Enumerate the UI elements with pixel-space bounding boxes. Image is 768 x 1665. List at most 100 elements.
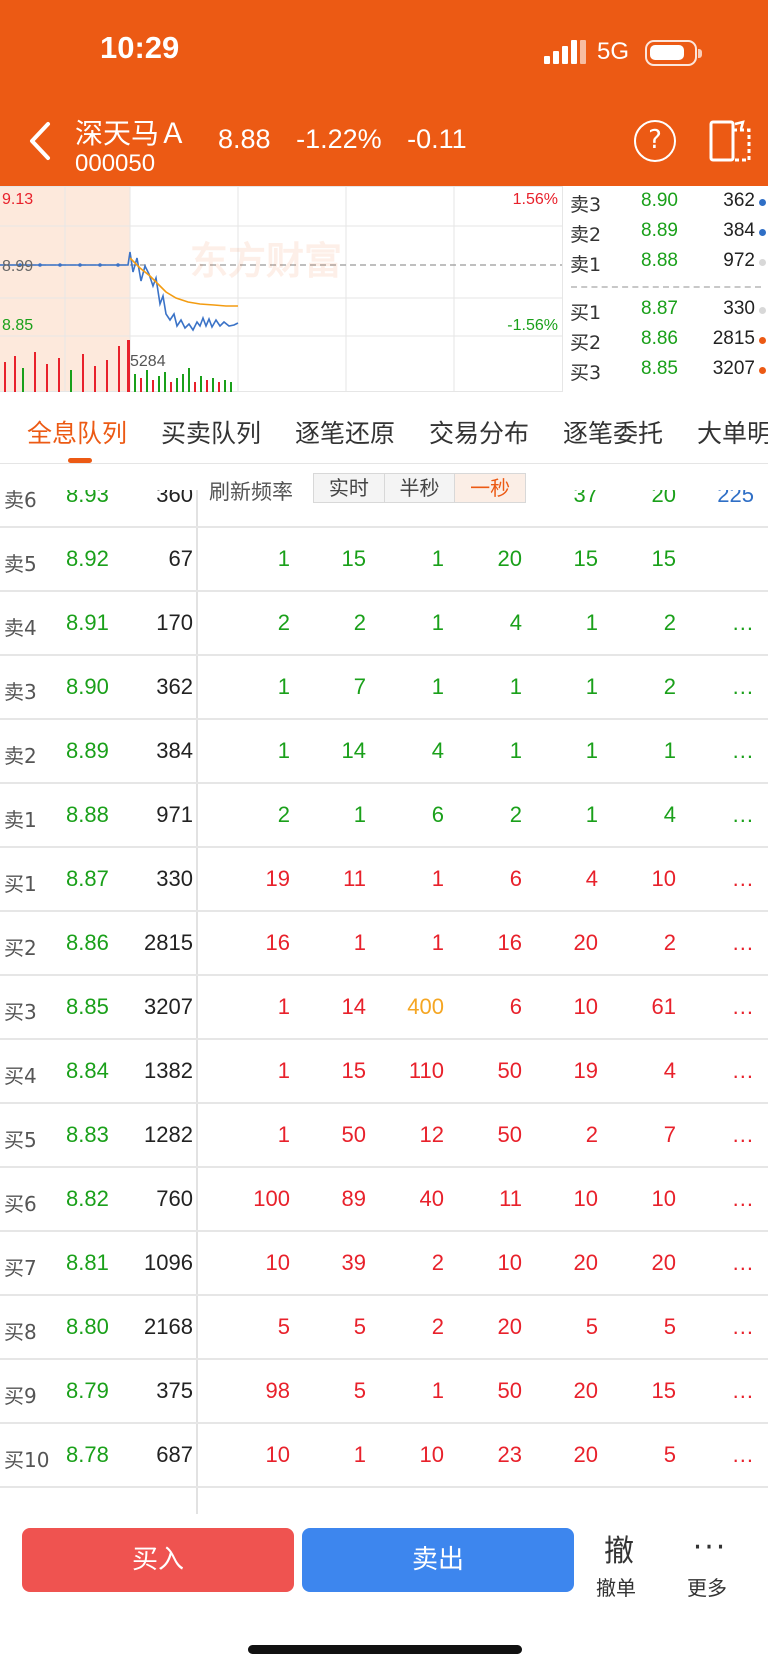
queue-order-size: 1 — [277, 546, 290, 571]
ask-row: 卖1 8.88 972 — [563, 250, 768, 280]
queue-order-size: 50 — [497, 1122, 522, 1147]
queue-order-size: 2 — [663, 610, 676, 635]
queue-more-indicator: ... — [732, 802, 754, 827]
stock-quote: 8.88 -1.22% -0.11 — [218, 124, 481, 155]
tab-tick-restore[interactable]: 逐笔还原 — [295, 414, 395, 450]
refresh-option-one-second[interactable]: 一秒 — [455, 474, 526, 502]
queue-order-size: 10 — [265, 1442, 290, 1467]
tab-full-queue[interactable]: 全息队列 — [27, 414, 127, 450]
tab-bid-ask-queue[interactable]: 买卖队列 — [161, 414, 261, 450]
queue-row[interactable]: 卖4 8.91 170 2 2 1 4 1 2... — [0, 592, 768, 656]
queue-level-volume: 1282 — [144, 1122, 193, 1147]
refresh-rate-label: 刷新频率 — [205, 476, 297, 506]
queue-level-volume: 2815 — [144, 930, 193, 955]
queue-level-label: 买6 — [4, 1192, 37, 1216]
queue-row[interactable]: 卖5 8.92 67 1 15 1 20 15 15 — [0, 528, 768, 592]
order-book-summary[interactable]: 卖3 8.90 362 卖2 8.89 384 卖1 8.88 972 买1 8… — [562, 186, 768, 392]
queue-order-size: 2 — [277, 802, 290, 827]
sell-button[interactable]: 卖出 — [302, 1528, 574, 1592]
queue-level-price: 8.90 — [66, 674, 109, 699]
bid-label: 买3 — [570, 362, 602, 384]
queue-level-label: 卖4 — [4, 616, 37, 640]
queue-order-size: 4 — [431, 738, 444, 763]
queue-row[interactable]: 买5 8.83 1282 1 50 12 50 2 7... — [0, 1104, 768, 1168]
queue-order-size: 2 — [353, 610, 366, 635]
tab-tick-orders[interactable]: 逐笔委托 — [563, 414, 663, 450]
queue-level-price: 8.92 — [66, 546, 109, 571]
buy-button[interactable]: 买入 — [22, 1528, 294, 1592]
bid-row: 买1 8.87 330 — [563, 298, 768, 328]
queue-level-price: 8.91 — [66, 610, 109, 635]
refresh-option-half-second[interactable]: 半秒 — [384, 474, 456, 502]
queue-order-size: 1 — [509, 674, 522, 699]
queue-row[interactable]: 买1 8.87 330 19 11 1 6 4 10... — [0, 848, 768, 912]
queue-order-size: 110 — [408, 1058, 444, 1083]
queue-row[interactable]: 卖2 8.89 384 1 14 4 1 1 1... — [0, 720, 768, 784]
queue-order-size: 10 — [419, 1442, 444, 1467]
queue-more-indicator: ... — [732, 1122, 754, 1147]
home-indicator — [248, 1645, 522, 1654]
queue-row[interactable]: 卖1 8.88 971 2 1 6 2 1 4... — [0, 784, 768, 848]
queue-row[interactable]: 买8 8.80 2168 5 5 2 20 5 5... — [0, 1296, 768, 1360]
tab-trade-distribution[interactable]: 交易分布 — [429, 414, 529, 450]
ask-price: 8.88 — [641, 250, 678, 271]
queue-order-size: 2 — [663, 674, 676, 699]
queue-order-size: 2 — [431, 1314, 444, 1339]
stock-change: -0.11 — [407, 124, 467, 154]
queue-order-size: 1 — [431, 1378, 444, 1403]
queue-level-price: 8.78 — [66, 1442, 109, 1467]
refresh-rate-bar: 刷新频率 实时 半秒 一秒 — [0, 464, 768, 512]
queue-order-size: 19 — [573, 1058, 598, 1083]
queue-level-price: 8.85 — [66, 994, 109, 1019]
queue-level-volume: 170 — [156, 610, 193, 635]
queue-order-size: 1 — [585, 738, 598, 763]
refresh-option-realtime[interactable]: 实时 — [314, 474, 385, 502]
queue-level-label: 买5 — [4, 1128, 37, 1152]
queue-row[interactable]: 卖3 8.90 362 1 7 1 1 1 2... — [0, 656, 768, 720]
intraday-chart-svg: 东方财富 9.13 8.99 8.85 1.56% -1.56% 5284 — [0, 186, 562, 392]
queue-order-size: 10 — [573, 1186, 598, 1211]
queue-level-price: 8.80 — [66, 1314, 109, 1339]
more-icon[interactable]: ··· — [690, 1530, 730, 1565]
queue-row[interactable]: 买10 8.78 687 10 1 10 23 20 5... — [0, 1424, 768, 1488]
tab-large-orders[interactable]: 大单明 — [697, 414, 768, 450]
queue-order-size: 20 — [497, 546, 522, 571]
queue-level-label: 买4 — [4, 1064, 37, 1088]
queue-order-size: 20 — [573, 1378, 598, 1403]
back-icon[interactable] — [22, 116, 58, 166]
help-icon[interactable]: ? — [634, 120, 676, 162]
intraday-chart[interactable]: 东方财富 9.13 8.99 8.85 1.56% -1.56% 5284 — [0, 186, 562, 392]
queue-order-size: 1 — [277, 674, 290, 699]
queue-order-size: 10 — [265, 1250, 290, 1275]
queue-row[interactable]: 买2 8.86 2815 16 1 1 16 20 2... — [0, 912, 768, 976]
queue-row[interactable]: 买3 8.85 3207 1 14 400 6 10 61... — [0, 976, 768, 1040]
bid-dot-icon — [759, 337, 766, 344]
queue-order-size: 1 — [277, 1058, 290, 1083]
queue-row[interactable]: 买7 8.81 1096 10 39 2 10 20 20... — [0, 1232, 768, 1296]
queue-order-size: 2 — [585, 1122, 598, 1147]
queue-row[interactable]: 买4 8.84 1382 1 15 110 50 19 4... — [0, 1040, 768, 1104]
queue-level-price: 8.87 — [66, 866, 109, 891]
queue-order-size: 1 — [277, 738, 290, 763]
queue-order-size: 10 — [573, 994, 598, 1019]
ask-price: 8.89 — [641, 220, 678, 241]
queue-row[interactable]: 买6 8.82 760 100 89 40 11 10 10... — [0, 1168, 768, 1232]
queue-table[interactable]: 卖68.933606115113720225卖58.92671151201515… — [0, 490, 768, 1514]
queue-order-size: 2 — [431, 1250, 444, 1275]
refresh-rate-selector[interactable]: 实时 半秒 一秒 — [313, 473, 526, 503]
ask-label: 卖3 — [570, 194, 602, 216]
landscape-switch-icon[interactable] — [707, 118, 753, 164]
more-label[interactable]: 更多 — [687, 1572, 727, 1601]
queue-more-indicator: ... — [732, 1186, 754, 1211]
queue-level-label: 买7 — [4, 1256, 37, 1280]
queue-order-size: 39 — [341, 1250, 366, 1275]
queue-order-size: 20 — [573, 930, 598, 955]
cancel-order-icon[interactable]: 撤 — [598, 1526, 640, 1570]
queue-row[interactable]: 买9 8.79 375 98 5 1 50 20 15... — [0, 1360, 768, 1424]
queue-order-size: 4 — [585, 866, 598, 891]
queue-order-size: 5 — [585, 1314, 598, 1339]
queue-order-size: 1 — [431, 866, 444, 891]
cancel-order-label[interactable]: 撤单 — [596, 1572, 636, 1601]
queue-level-volume: 687 — [156, 1442, 193, 1467]
queue-order-size: 50 — [497, 1378, 522, 1403]
